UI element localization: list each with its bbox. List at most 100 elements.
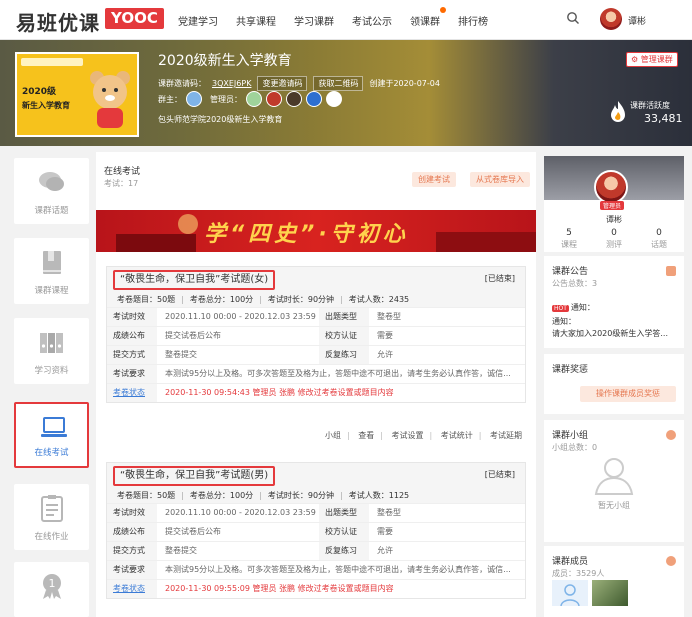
- stat-participants: 考试人数：2435: [348, 294, 410, 304]
- import-exam-button[interactable]: 从式卷库导入: [470, 172, 530, 187]
- edit-icon[interactable]: [666, 266, 676, 276]
- sidebar-item-topics[interactable]: 课群话题: [14, 158, 89, 224]
- admin-avatar[interactable]: [326, 91, 342, 107]
- invite-code[interactable]: 3QXEJ6PK: [212, 79, 251, 88]
- profile-name[interactable]: 谭彬: [544, 214, 684, 225]
- main-nav: 党建学习 共享课程 学习课群 考试公示 领课群 排行榜: [178, 7, 488, 28]
- profile-avatar[interactable]: [594, 170, 628, 204]
- stat-questions: 考卷题目：50题: [117, 294, 176, 304]
- sidebar-item-ranking[interactable]: 1: [14, 562, 89, 617]
- info-key: 校方认证: [319, 327, 369, 345]
- nav-item-shared-courses[interactable]: 共享课程: [236, 13, 276, 28]
- exam-status: [已结束]: [484, 470, 515, 479]
- sidebar-item-homework[interactable]: 在线作业: [14, 484, 89, 550]
- nav-item-party-study[interactable]: 党建学习: [178, 13, 218, 28]
- info-key: 考试要求: [107, 365, 157, 383]
- get-qr-button[interactable]: 获取二维码: [313, 76, 364, 91]
- view-link[interactable]: 查看: [358, 431, 374, 440]
- member-avatar[interactable]: [592, 580, 628, 606]
- admin-avatar[interactable]: [246, 91, 262, 107]
- empty-group-text: 暂无小组: [598, 501, 630, 510]
- info-value: 2020.11.10 00:00 - 2020.12.03 23:59: [165, 508, 316, 517]
- sidebar-item-online-exam[interactable]: 在线考试: [14, 402, 89, 468]
- owner-avatar[interactable]: [186, 91, 202, 107]
- exam-stats-link[interactable]: 考试统计: [441, 431, 473, 440]
- notice-item[interactable]: HOT 通知：: [552, 302, 595, 313]
- admin-avatar[interactable]: [286, 91, 302, 107]
- info-key: 考试时效: [107, 308, 157, 326]
- create-exam-button[interactable]: 创建考试: [412, 172, 456, 187]
- info-key: 考试要求: [107, 561, 157, 579]
- banner-text: 学“四史”·守初心: [204, 222, 409, 247]
- stat-topics[interactable]: 0 话题: [636, 228, 682, 250]
- info-value: 允许: [377, 350, 393, 359]
- stat-score: 考卷总分：100分: [189, 490, 254, 500]
- change-code-button[interactable]: 变更邀请码: [257, 76, 308, 91]
- member-avatar[interactable]: [552, 580, 588, 607]
- exam-title[interactable]: “敬畏生命，保卫自我”考试题(女): [113, 270, 276, 290]
- notice-title: 课群公告: [552, 267, 589, 277]
- group-cover: 2020级 新生入学教育: [15, 52, 139, 137]
- stat-participants: 考试人数：1125: [348, 490, 410, 500]
- chat-icon: [39, 172, 64, 191]
- nav-item-study-groups[interactable]: 学习课群: [294, 13, 334, 28]
- info-value: 2020-11-30 09:55:09 管理员 张鹏 修改过考卷设置或题目内容: [165, 584, 394, 593]
- hot-badge: HOT: [552, 305, 569, 312]
- members-title: 课群成员: [552, 557, 589, 567]
- admin-badge: 管理员: [600, 201, 625, 210]
- members-count: 成员：3529人: [552, 569, 605, 578]
- stat-evaluations[interactable]: 0 测评: [591, 228, 637, 250]
- medal-icon: 1: [43, 574, 61, 599]
- exam-log-link[interactable]: 考卷状态: [107, 580, 157, 598]
- mascot-bear-icon: [90, 71, 130, 128]
- exam-info-row: 考卷状态 2020-11-30 09:55:09 管理员 张鹏 修改过考卷设置或题…: [107, 579, 525, 598]
- owner-label: 群主：: [158, 94, 182, 104]
- nav-item-exam-notice[interactable]: 考试公示: [352, 13, 392, 28]
- notice-line: 请大家加入2020级新生入学答...: [552, 329, 668, 338]
- admin-avatar[interactable]: [306, 91, 322, 107]
- nav-item-ranking[interactable]: 排行榜: [458, 13, 488, 28]
- info-key: 反复练习: [319, 542, 369, 560]
- group-link[interactable]: 小组: [325, 431, 341, 440]
- exam-settings-link[interactable]: 考试设置: [392, 431, 424, 440]
- exam-card: “敬畏生命，保卫自我”考试题(男) [已结束] 考卷题目：50题 | 考卷总分：1…: [106, 462, 526, 599]
- created-date: 创建于2020-07-04: [369, 79, 440, 88]
- award-members-button[interactable]: 操作课群成员奖惩: [580, 386, 676, 402]
- add-group-icon[interactable]: [666, 430, 676, 440]
- sidebar-item-label: 课群课程: [34, 286, 69, 296]
- search-icon[interactable]: [566, 11, 580, 25]
- info-value: 整卷型: [377, 508, 401, 517]
- sidebar-item-label: 在线作业: [34, 532, 69, 542]
- exam-stats: 考卷题目：50题 | 考卷总分：100分 | 考试时长：90分钟 | 考试人数：112…: [107, 487, 525, 503]
- exam-info-row: 考试时效 2020.11.10 00:00 - 2020.12.03 23:59 …: [107, 503, 525, 522]
- members-card: 课群成员 成员：3529人: [544, 546, 684, 617]
- exam-panel: 在线考试 考试：17 创建考试 从式卷库导入 学“四史”·守初心 “敬畏生命，保…: [96, 152, 536, 617]
- user-name[interactable]: 谭彬: [628, 14, 646, 27]
- members-more-icon[interactable]: [666, 556, 676, 566]
- invite-row: 课群邀请码： 3QXEJ6PK 变更邀请码 获取二维码 创建于2020-07-0…: [158, 76, 440, 91]
- group-title: 2020级新生入学教育: [158, 53, 292, 69]
- profile-card: 管理员 谭彬 5 课程 0 测评 0 话题: [544, 156, 684, 252]
- nav-item-join-group[interactable]: 领课群: [410, 7, 446, 28]
- info-value: 需要: [377, 527, 393, 536]
- exam-title[interactable]: “敬畏生命，保卫自我”考试题(男): [113, 466, 276, 486]
- groups-card: 课群小组 小组总数：0 暂无小组: [544, 420, 684, 542]
- admin-avatar[interactable]: [266, 91, 282, 107]
- exam-log-link[interactable]: 考卷状态: [107, 384, 157, 402]
- logo-text[interactable]: 易班优课: [16, 7, 100, 36]
- user-avatar[interactable]: [600, 8, 622, 30]
- logo-badge[interactable]: YOOC: [105, 8, 164, 29]
- sidebar-item-materials[interactable]: 学习资料: [14, 318, 89, 384]
- cover-line1: 2020级: [22, 87, 57, 97]
- exam-extend-link[interactable]: 考试延期: [490, 431, 522, 440]
- group-banner: 2020级 新生入学教育 2020级新生入学教育 课群邀请码： 3QXEJ6PK…: [0, 40, 692, 146]
- cover-line2: 新生入学教育: [22, 101, 70, 110]
- stat-courses[interactable]: 5 课程: [546, 228, 592, 250]
- sidebar-item-courses[interactable]: 课群课程: [14, 238, 89, 304]
- info-key: 反复练习: [319, 346, 369, 364]
- info-value: 允许: [377, 546, 393, 555]
- section-title: 在线考试: [104, 167, 141, 177]
- manage-group-button[interactable]: ⚙ 管理课群: [626, 52, 678, 67]
- new-dot-icon: [440, 7, 446, 13]
- invite-label: 课群邀请码：: [158, 79, 206, 88]
